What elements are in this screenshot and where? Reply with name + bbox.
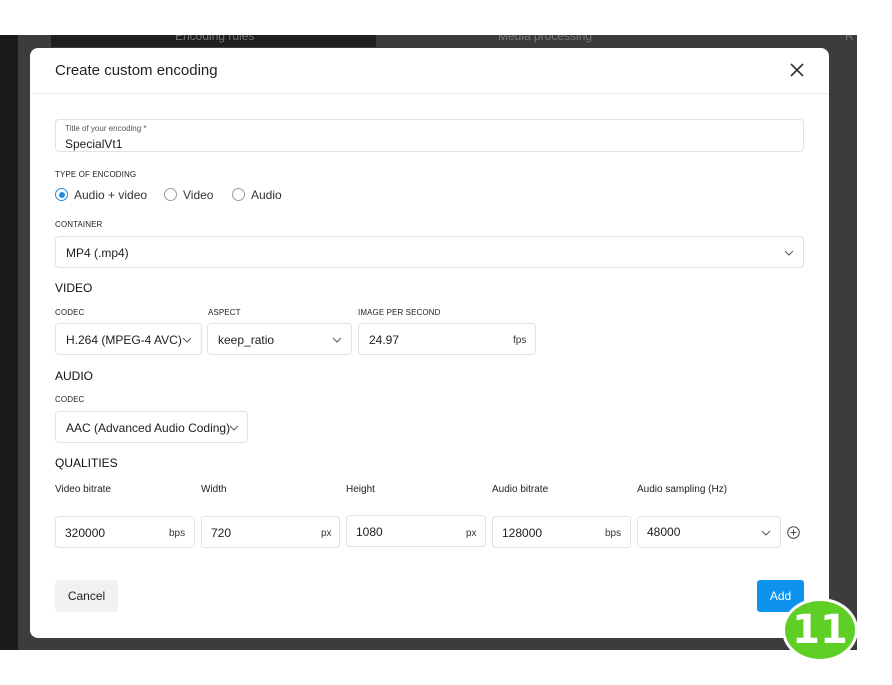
col-audio-sampling: Audio sampling (Hz) [637,484,728,495]
title-field-value: SpecialVt1 [65,137,123,151]
radio-audio-label[interactable]: Audio [251,188,282,202]
width-value: 720 [211,526,232,540]
radio-audio-video-label[interactable]: Audio + video [74,188,147,202]
video-fps-label: IMAGE PER SECOND [358,308,441,317]
video-aspect-select[interactable]: keep_ratio [207,323,352,355]
container-select[interactable]: MP4 (.mp4) [55,236,804,268]
step-number-badge: 11 [782,598,858,662]
backdrop-tab-encoding-rules: Encoding rules [175,35,255,43]
video-codec-label: CODEC [55,308,85,317]
video-fps-unit: fps [513,335,527,346]
video-fps-input[interactable]: 24.97 fps [358,323,536,355]
audio-bitrate-value: 128000 [502,526,543,540]
height-unit: px [466,528,477,539]
close-icon[interactable] [787,60,807,80]
video-aspect-label: ASPECT [208,308,241,317]
video-section-title: VIDEO [55,281,93,295]
title-field[interactable]: Title of your encoding * SpecialVt1 [55,119,804,152]
audio-codec-value: AAC (Advanced Audio Coding) [66,421,231,435]
radio-video-label[interactable]: Video [183,188,213,202]
audio-sampling-select[interactable]: 48000 [637,516,781,548]
chevron-down-icon [784,250,794,256]
video-bitrate-unit: bps [169,528,186,539]
modal-title: Create custom encoding [55,62,218,79]
backdrop-tab-media-processing: Media processing [498,35,593,43]
audio-codec-select[interactable]: AAC (Advanced Audio Coding) [55,411,248,443]
chevron-down-icon [229,425,239,431]
height-input[interactable]: 1080 px [346,515,486,547]
audio-section-title: AUDIO [55,369,94,383]
container-label: CONTAINER [55,220,103,229]
backdrop-edge-text: R [845,35,854,43]
backdrop-left-strip [0,35,18,650]
create-encoding-modal: Create custom encoding Title of your enc… [30,48,829,638]
col-height: Height [346,484,375,495]
title-field-label: Title of your encoding * [65,124,147,133]
radio-video[interactable] [164,188,177,201]
cancel-button[interactable]: Cancel [55,580,118,612]
qualities-section-title: QUALITIES [55,456,118,470]
video-codec-value: H.264 (MPEG-4 AVC) [66,333,182,347]
width-input[interactable]: 720 px [201,516,340,548]
audio-codec-label: CODEC [55,395,85,404]
chevron-down-icon [182,337,192,343]
add-quality-plus-icon[interactable] [787,526,800,539]
col-width: Width [201,484,227,495]
chevron-down-icon [761,530,771,536]
video-fps-value: 24.97 [369,333,400,347]
audio-bitrate-input[interactable]: 128000 bps [492,516,631,548]
radio-audio-video[interactable] [55,188,68,201]
width-unit: px [321,528,332,539]
container-select-value: MP4 (.mp4) [66,246,129,260]
video-codec-select[interactable]: H.264 (MPEG-4 AVC) [55,323,202,355]
audio-bitrate-unit: bps [605,528,622,539]
height-value: 1080 [356,525,383,539]
video-bitrate-input[interactable]: 320000 bps [55,516,195,548]
radio-audio[interactable] [232,188,245,201]
col-video-bitrate: Video bitrate [55,484,111,495]
video-bitrate-value: 320000 [65,526,106,540]
screen: Encoding rules Media processing R Create… [0,0,892,685]
col-audio-bitrate: Audio bitrate [492,484,549,495]
encoding-type-label: TYPE OF ENCODING [55,170,137,179]
audio-sampling-value: 48000 [647,525,681,539]
modal-header: Create custom encoding [30,48,829,94]
chevron-down-icon [332,337,342,343]
video-aspect-value: keep_ratio [218,333,275,347]
